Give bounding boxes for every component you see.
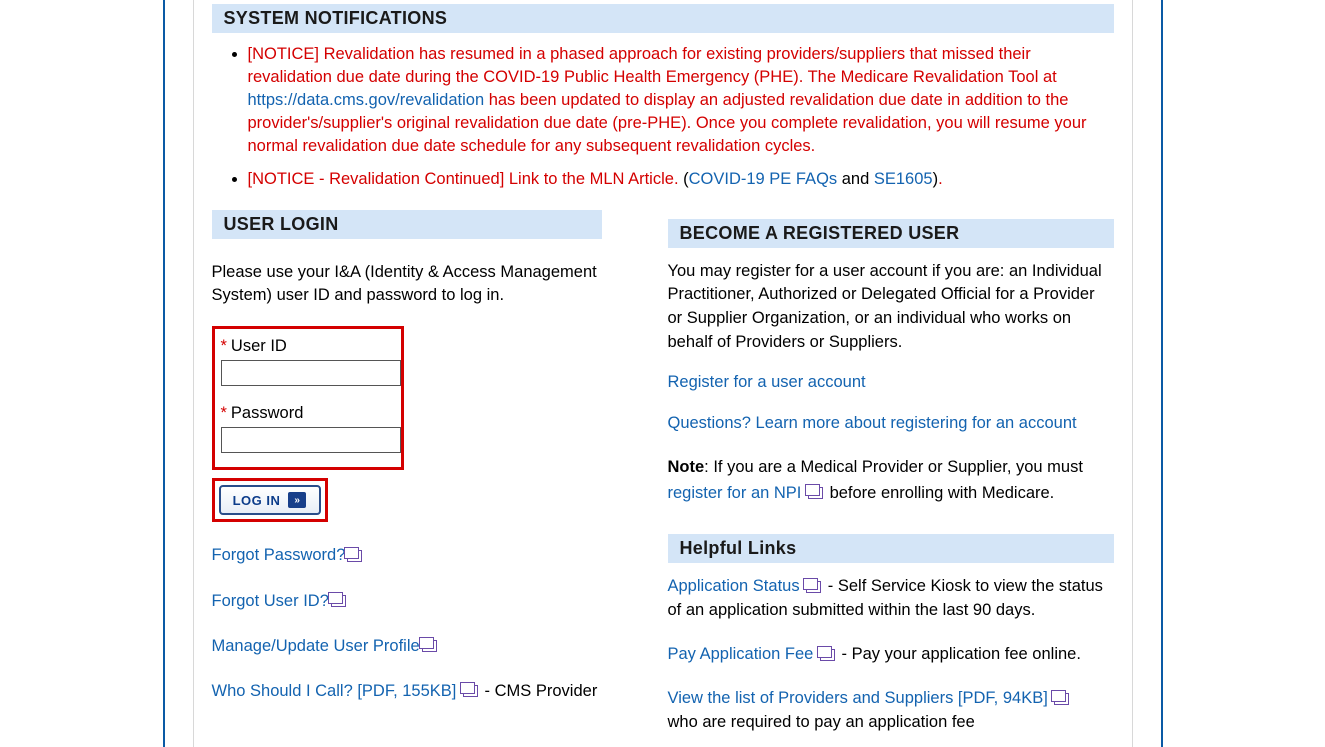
- register-column: BECOME A REGISTERED USER You may registe…: [668, 210, 1114, 735]
- manage-profile-link[interactable]: Manage/Update User Profile: [212, 637, 420, 655]
- external-link-icon: [1054, 693, 1069, 705]
- external-link-icon: [463, 685, 478, 697]
- register-npi-link[interactable]: register for an NPI: [668, 484, 802, 502]
- who-call-link[interactable]: Who Should I Call? [PDF, 155KB]: [212, 682, 457, 700]
- section-header-register: BECOME A REGISTERED USER: [668, 219, 1114, 248]
- notice-1-pre: [NOTICE] Revalidation has resumed in a p…: [248, 45, 1057, 86]
- note-text-1: : If you are a Medical Provider or Suppl…: [704, 458, 1083, 476]
- section-header-login: USER LOGIN: [212, 210, 602, 239]
- pay-fee-desc: - Pay your application fee online.: [837, 645, 1081, 663]
- application-status-link[interactable]: Application Status: [668, 577, 800, 595]
- who-call-desc: - CMS Provider: [480, 682, 597, 700]
- required-asterisk: *: [221, 337, 227, 355]
- register-intro: You may register for a user account if y…: [668, 260, 1114, 356]
- external-link-icon: [806, 581, 821, 593]
- notice-2-pre: [NOTICE - Revalidation Continued] Link t…: [248, 170, 684, 188]
- notice-2-dot: .: [938, 170, 943, 188]
- view-list-desc: who are required to pay an application f…: [668, 713, 975, 731]
- note-text-2: before enrolling with Medicare.: [825, 484, 1054, 502]
- login-button-label: LOG IN: [233, 493, 281, 508]
- revalidation-link[interactable]: https://data.cms.gov/revalidation: [248, 91, 485, 109]
- forgot-userid-link[interactable]: Forgot User ID?: [212, 592, 329, 610]
- register-questions-link[interactable]: Questions? Learn more about registering …: [668, 414, 1077, 432]
- notice-2-and: and: [837, 170, 874, 188]
- forgot-password-link[interactable]: Forgot Password?: [212, 546, 346, 564]
- view-list-link[interactable]: View the list of Providers and Suppliers…: [668, 689, 1048, 707]
- register-account-link[interactable]: Register for a user account: [668, 373, 866, 391]
- section-header-notifications: SYSTEM NOTIFICATIONS: [212, 4, 1114, 33]
- note-label: Note: [668, 458, 705, 476]
- login-button-highlight: LOG IN »: [212, 478, 328, 522]
- required-asterisk: *: [221, 404, 227, 422]
- external-link-icon: [347, 550, 362, 562]
- notice-item: [NOTICE - Revalidation Continued] Link t…: [248, 168, 1114, 191]
- user-id-label-text: User ID: [231, 337, 287, 355]
- external-link-icon: [808, 487, 823, 499]
- covid-faqs-link[interactable]: COVID-19 PE FAQs: [689, 170, 838, 188]
- login-instructions: Please use your I&A (Identity & Access M…: [212, 261, 602, 309]
- login-form: *User ID *Password: [212, 326, 404, 470]
- user-id-input[interactable]: [221, 360, 401, 386]
- password-label: *Password: [221, 404, 395, 423]
- login-button[interactable]: LOG IN »: [219, 485, 321, 515]
- se1605-link[interactable]: SE1605: [874, 170, 933, 188]
- arrow-right-icon: »: [288, 492, 306, 508]
- section-header-helpful: Helpful Links: [668, 534, 1114, 563]
- external-link-icon: [422, 640, 437, 652]
- external-link-icon: [820, 649, 835, 661]
- user-id-label: *User ID: [221, 337, 395, 356]
- external-link-icon: [331, 595, 346, 607]
- notifications-list: [NOTICE] Revalidation has resumed in a p…: [212, 43, 1114, 192]
- password-input[interactable]: [221, 427, 401, 453]
- pay-fee-link[interactable]: Pay Application Fee: [668, 645, 814, 663]
- notice-item: [NOTICE] Revalidation has resumed in a p…: [248, 43, 1114, 158]
- password-label-text: Password: [231, 404, 303, 422]
- login-column: USER LOGIN Please use your I&A (Identity…: [212, 210, 612, 735]
